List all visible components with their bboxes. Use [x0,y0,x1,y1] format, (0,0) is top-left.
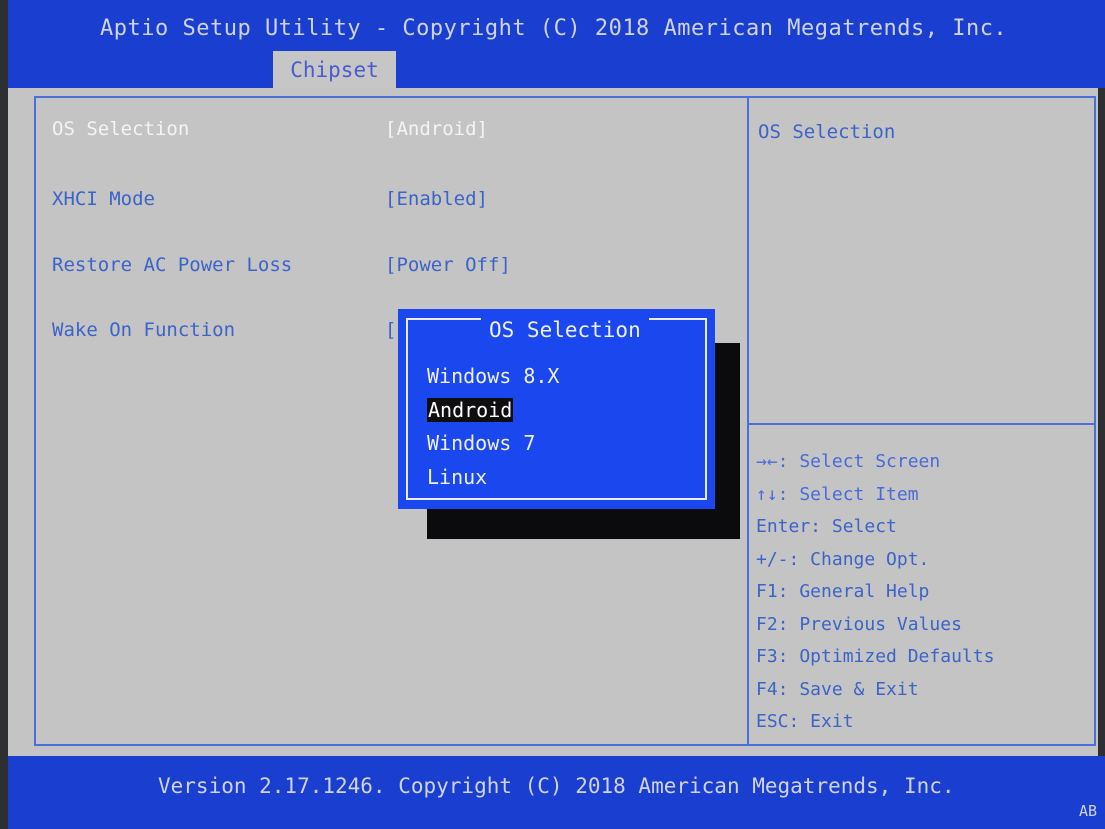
key-hint-esc: ESC: Exit [756,711,854,732]
key-hint-enter: Enter: Select [756,516,897,537]
setting-value-restore-ac-power-loss[interactable]: [Power Off] [385,254,511,276]
help-title: OS Selection [758,121,896,143]
setting-label-restore-ac-power-loss[interactable]: Restore AC Power Loss [52,254,292,276]
key-hint-change-opt: +/-: Change Opt. [756,548,930,570]
setting-value-os-selection[interactable]: [Android] [385,118,488,140]
header-bar: Aptio Setup Utility - Copyright (C) 2018… [8,0,1105,88]
setting-value-wake-on-function[interactable]: [ [385,319,396,341]
bios-screen: Aptio Setup Utility - Copyright (C) 2018… [0,0,1105,829]
setting-label-xhci-mode[interactable]: XHCI Mode [52,188,155,210]
popup-option-android[interactable]: Android [427,394,559,428]
header-title: Aptio Setup Utility - Copyright (C) 2018… [100,16,1008,41]
key-hint-select-screen: →←: Select Screen [756,451,941,472]
popup-options: Windows 8.X Android Windows 7 Linux [427,360,559,494]
popup-title: OS Selection [481,318,649,342]
vertical-divider [747,96,749,746]
popup-frame: OS Selection Windows 8.X Android Windows… [406,318,707,500]
option-label: Windows 8.X [427,364,560,388]
popup-option-linux[interactable]: Linux [427,461,559,495]
key-hint-f1: F1: General Help [756,581,930,602]
setting-value-xhci-mode[interactable]: [Enabled] [385,188,488,210]
key-hint-select-item: ↑↓: Select Item [756,483,919,505]
help-divider [749,423,1096,425]
key-hint-f2: F2: Previous Values [756,613,962,635]
option-label: Windows 7 [427,431,536,455]
footer-bar: Version 2.17.1246. Copyright (C) 2018 Am… [8,756,1105,829]
key-legend: →←: Select Screen ↑↓: Select Item Enter:… [756,446,994,739]
tab-chipset[interactable]: Chipset [273,51,396,88]
footer-version: Version 2.17.1246. Copyright (C) 2018 Am… [158,774,955,798]
popup-option-windows-7[interactable]: Windows 7 [427,427,559,461]
option-label-selected: Android [427,397,514,422]
os-selection-popup: OS Selection Windows 8.X Android Windows… [398,309,715,509]
setting-label-os-selection[interactable]: OS Selection [52,118,189,140]
key-hint-f4: F4: Save & Exit [756,678,919,700]
footer-code: AB [1078,802,1097,820]
option-label: Linux [427,464,488,489]
setting-label-wake-on-function[interactable]: Wake On Function [52,319,235,341]
popup-option-windows-8x[interactable]: Windows 8.X [427,360,559,394]
key-hint-f3: F3: Optimized Defaults [756,646,995,667]
